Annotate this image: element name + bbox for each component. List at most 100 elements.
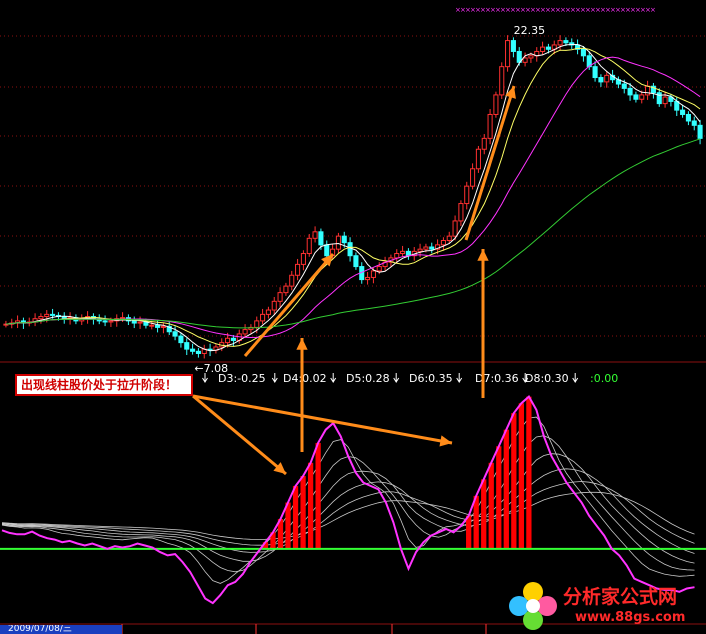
indicator-label: D5:0.28 <box>346 372 390 385</box>
candle-body <box>178 335 184 344</box>
candle-body <box>645 85 651 96</box>
candle-body <box>528 55 534 59</box>
signal-bar <box>315 442 321 549</box>
candle-body <box>137 321 143 324</box>
candle-body <box>131 320 137 324</box>
slow-line <box>1 491 695 540</box>
candle-body <box>446 235 452 241</box>
signal-bar <box>496 446 502 549</box>
candle-body <box>306 237 312 255</box>
candle-body <box>38 316 44 320</box>
candle-body <box>155 324 161 328</box>
candle-body <box>487 113 493 139</box>
flower-logo-icon <box>509 582 557 630</box>
indicator-label: D8:0.30 <box>525 372 569 385</box>
candle-body <box>149 324 155 327</box>
tick-x-mark: × <box>650 6 656 14</box>
candle-body <box>604 74 610 83</box>
signal-bar <box>518 403 524 549</box>
logo-url: www.88gs.com <box>575 610 686 625</box>
candle-body <box>662 96 668 105</box>
candle-body <box>400 250 406 255</box>
candle-body <box>697 124 703 139</box>
candle-body <box>300 253 306 265</box>
candle-body <box>289 274 295 287</box>
candle-body <box>365 276 371 281</box>
candle-body <box>254 320 260 328</box>
candle-body <box>172 331 178 337</box>
candle-body <box>230 337 236 341</box>
arrow-head-icon <box>477 249 489 261</box>
candle-body <box>656 92 662 105</box>
candle-body <box>627 87 633 96</box>
candle-body <box>417 248 423 252</box>
candle-body <box>592 66 598 79</box>
down-arrow-icon <box>572 373 579 383</box>
candle-body <box>225 337 231 344</box>
signal-bar <box>488 462 494 549</box>
candle-body <box>452 220 458 237</box>
candle-body <box>522 57 528 63</box>
down-arrow-icon <box>456 373 463 383</box>
candle-body <box>108 320 114 323</box>
annotation-arrow <box>192 394 287 476</box>
candle-body <box>120 317 126 320</box>
down-arrow-icon <box>271 373 278 383</box>
candle-body <box>685 113 691 122</box>
candle-body <box>633 94 639 100</box>
signal-bar <box>473 495 479 549</box>
candle-body <box>481 137 487 150</box>
candle-body <box>318 231 324 246</box>
candle-body <box>423 246 429 250</box>
candle-body <box>639 94 645 100</box>
annotation-callout: 出现线柱股价处于拉升阶段！ <box>15 374 193 396</box>
candle-body <box>44 313 50 318</box>
moving-average-line <box>5 44 701 352</box>
candle-body <box>190 348 196 352</box>
indicator-label: D4:0.02 <box>283 372 327 385</box>
candle-body <box>505 40 511 68</box>
candle-body <box>580 48 586 57</box>
candle-body <box>283 285 289 294</box>
slow-line <box>1 468 695 554</box>
candle-body <box>271 300 277 311</box>
candle-body <box>195 350 201 354</box>
annotation-arrow <box>243 253 335 357</box>
candle-body <box>674 100 680 111</box>
moving-average-line <box>5 138 701 329</box>
price-chart: × × × × × × × × × × × × × × × × × × × × × × × × × × × × × × × × × × × × × × × ×… <box>0 0 706 634</box>
high-price-label: 22.35 <box>514 24 546 37</box>
candle-body <box>545 46 551 50</box>
indicator-main-line <box>1 395 695 605</box>
candle-body <box>598 77 604 83</box>
candle-body <box>260 313 266 322</box>
signal-bar <box>503 429 509 549</box>
candle-body <box>160 325 166 328</box>
arrow-head-icon <box>296 338 308 350</box>
candle-body <box>621 83 627 89</box>
indicator-label: :0.00 <box>590 372 618 385</box>
candle-body <box>376 266 382 272</box>
candle-body <box>540 46 546 52</box>
candle-body <box>370 270 376 278</box>
candle-body <box>680 109 686 115</box>
signal-bar <box>526 396 532 549</box>
signal-bar <box>307 462 314 549</box>
signal-bar <box>481 479 487 549</box>
candle-body <box>347 242 353 257</box>
moving-average-line <box>5 56 701 339</box>
signal-bar <box>285 502 291 549</box>
candle-body <box>102 320 108 323</box>
candle-body <box>493 94 499 115</box>
candle-body <box>499 66 505 96</box>
candle-body <box>295 263 301 276</box>
down-arrow-icon <box>330 373 337 383</box>
candle-body <box>557 40 563 46</box>
candle-body <box>341 235 347 244</box>
signal-bar <box>466 515 472 549</box>
candle-body <box>429 246 435 250</box>
slow-line <box>1 453 695 564</box>
candle-body <box>324 244 330 257</box>
down-arrow-icon <box>393 373 400 383</box>
candle-body <box>394 253 400 259</box>
